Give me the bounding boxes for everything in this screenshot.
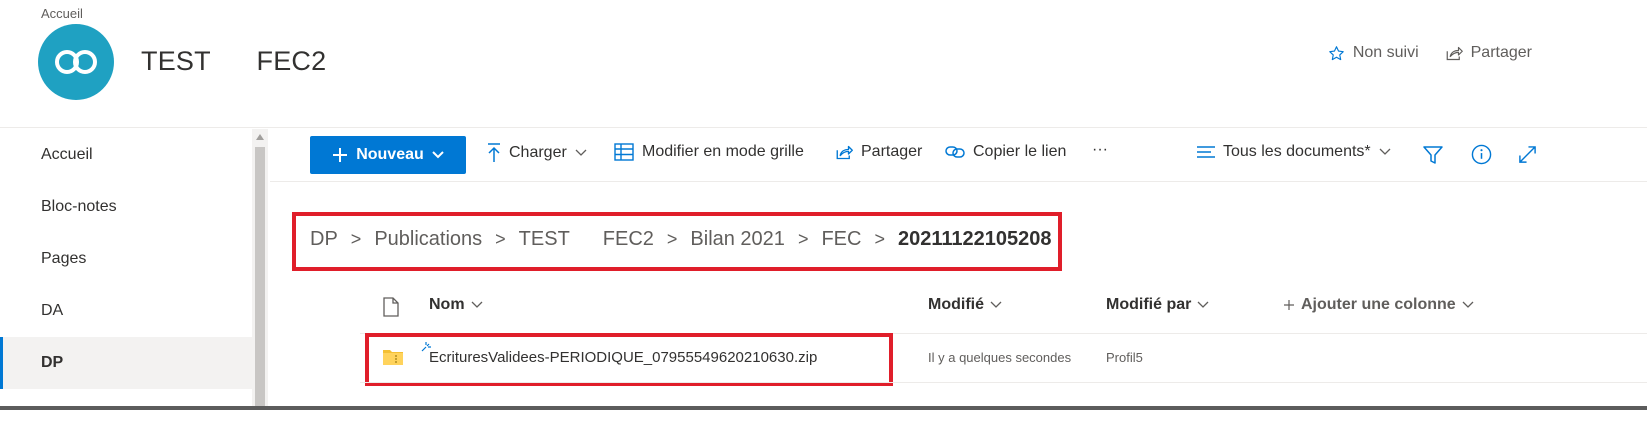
left-navigation: Accueil Bloc-notes Pages DA DP — [0, 129, 252, 409]
site-breadcrumb-home[interactable]: Accueil — [41, 6, 83, 21]
view-label: Tous les documents* — [1223, 143, 1371, 160]
header-actions: Non suivi Partager — [1328, 44, 1532, 62]
view-switcher[interactable]: Tous les documents* — [1197, 143, 1391, 161]
follow-label: Non suivi — [1352, 44, 1419, 61]
view-list-icon — [1197, 146, 1215, 158]
nav-item-pages[interactable]: Pages — [0, 233, 252, 285]
copy-link-label: Copier le lien — [973, 143, 1067, 160]
expand-icon — [1519, 146, 1536, 163]
expand-button[interactable] — [1518, 145, 1537, 164]
filter-icon — [1423, 146, 1443, 164]
chevron-down-icon — [432, 151, 444, 159]
upload-arrow-icon — [488, 143, 500, 162]
new-button-label: Nouveau — [356, 146, 424, 163]
info-button[interactable] — [1471, 144, 1492, 165]
follow-button[interactable]: Non suivi — [1328, 44, 1419, 62]
document-icon — [383, 297, 399, 317]
nav-item-accueil[interactable]: Accueil — [0, 129, 252, 181]
nav-item-dp[interactable]: DP — [0, 337, 252, 389]
copy-link-button[interactable]: Copier le lien — [945, 143, 1066, 161]
infinity-logo-icon — [55, 50, 97, 74]
scrollbar-thumb[interactable] — [255, 147, 265, 409]
share-icon — [1446, 46, 1463, 60]
share-label: Partager — [861, 143, 923, 160]
share-button[interactable]: Partager — [835, 143, 922, 161]
nav-item-bloc-notes[interactable]: Bloc-notes — [0, 181, 252, 233]
new-button[interactable]: Nouveau — [310, 136, 466, 174]
modified-column-header[interactable]: Modifié — [928, 296, 1002, 314]
modified-by-column-header[interactable]: Modifié par — [1106, 296, 1209, 314]
bottom-border — [0, 406, 1647, 410]
add-column-label: Ajouter une colonne — [1301, 296, 1456, 313]
chevron-down-icon — [990, 301, 1002, 308]
name-column-header[interactable]: Nom — [429, 296, 483, 314]
row-divider — [360, 382, 1647, 383]
more-commands-button[interactable]: ··· — [1092, 141, 1108, 159]
site-logo[interactable] — [38, 24, 114, 100]
plus-icon — [333, 148, 348, 162]
add-column-button[interactable]: Ajouter une colonne — [1283, 296, 1474, 314]
scroll-up-arrow-icon[interactable] — [256, 134, 264, 140]
share-site-label: Partager — [1470, 44, 1532, 61]
share-icon — [836, 145, 853, 159]
modified-by-column-label: Modifié par — [1106, 296, 1192, 313]
file-highlight-box — [365, 333, 893, 386]
modified-column-label: Modifié — [928, 296, 984, 313]
link-icon — [945, 146, 965, 158]
upload-button[interactable]: Charger — [487, 143, 587, 163]
file-type-column-header[interactable] — [383, 297, 399, 317]
edit-grid-label: Modifier en mode grille — [642, 143, 804, 160]
file-modified-by[interactable]: Profil5 — [1106, 350, 1143, 365]
site-header: Accueil TEST FEC2 Non suivi Partager — [0, 0, 1647, 128]
name-column-label: Nom — [429, 296, 465, 313]
chevron-down-icon — [1197, 301, 1209, 308]
chevron-down-icon — [575, 149, 587, 156]
file-modified: Il y a quelques secondes — [928, 350, 1072, 365]
breadcrumb-highlight-box — [292, 212, 1062, 271]
command-bar: Nouveau Charger Modifier en mode grille … — [270, 129, 1647, 182]
chevron-down-icon — [1379, 148, 1391, 155]
share-site-button[interactable]: Partager — [1445, 44, 1532, 62]
site-title[interactable]: TEST FEC2 — [141, 46, 326, 77]
grid-icon — [614, 143, 634, 161]
left-nav-scrollbar[interactable] — [252, 129, 268, 409]
star-icon — [1329, 45, 1344, 60]
info-icon — [1471, 144, 1492, 165]
nav-item-da[interactable]: DA — [0, 285, 252, 337]
plus-icon — [1284, 300, 1294, 310]
edit-grid-button[interactable]: Modifier en mode grille — [614, 143, 804, 161]
more-icon: ··· — [1092, 141, 1108, 158]
filter-button[interactable] — [1423, 145, 1443, 165]
chevron-down-icon — [1462, 301, 1474, 308]
upload-label: Charger — [509, 144, 567, 161]
chevron-down-icon — [471, 301, 483, 308]
